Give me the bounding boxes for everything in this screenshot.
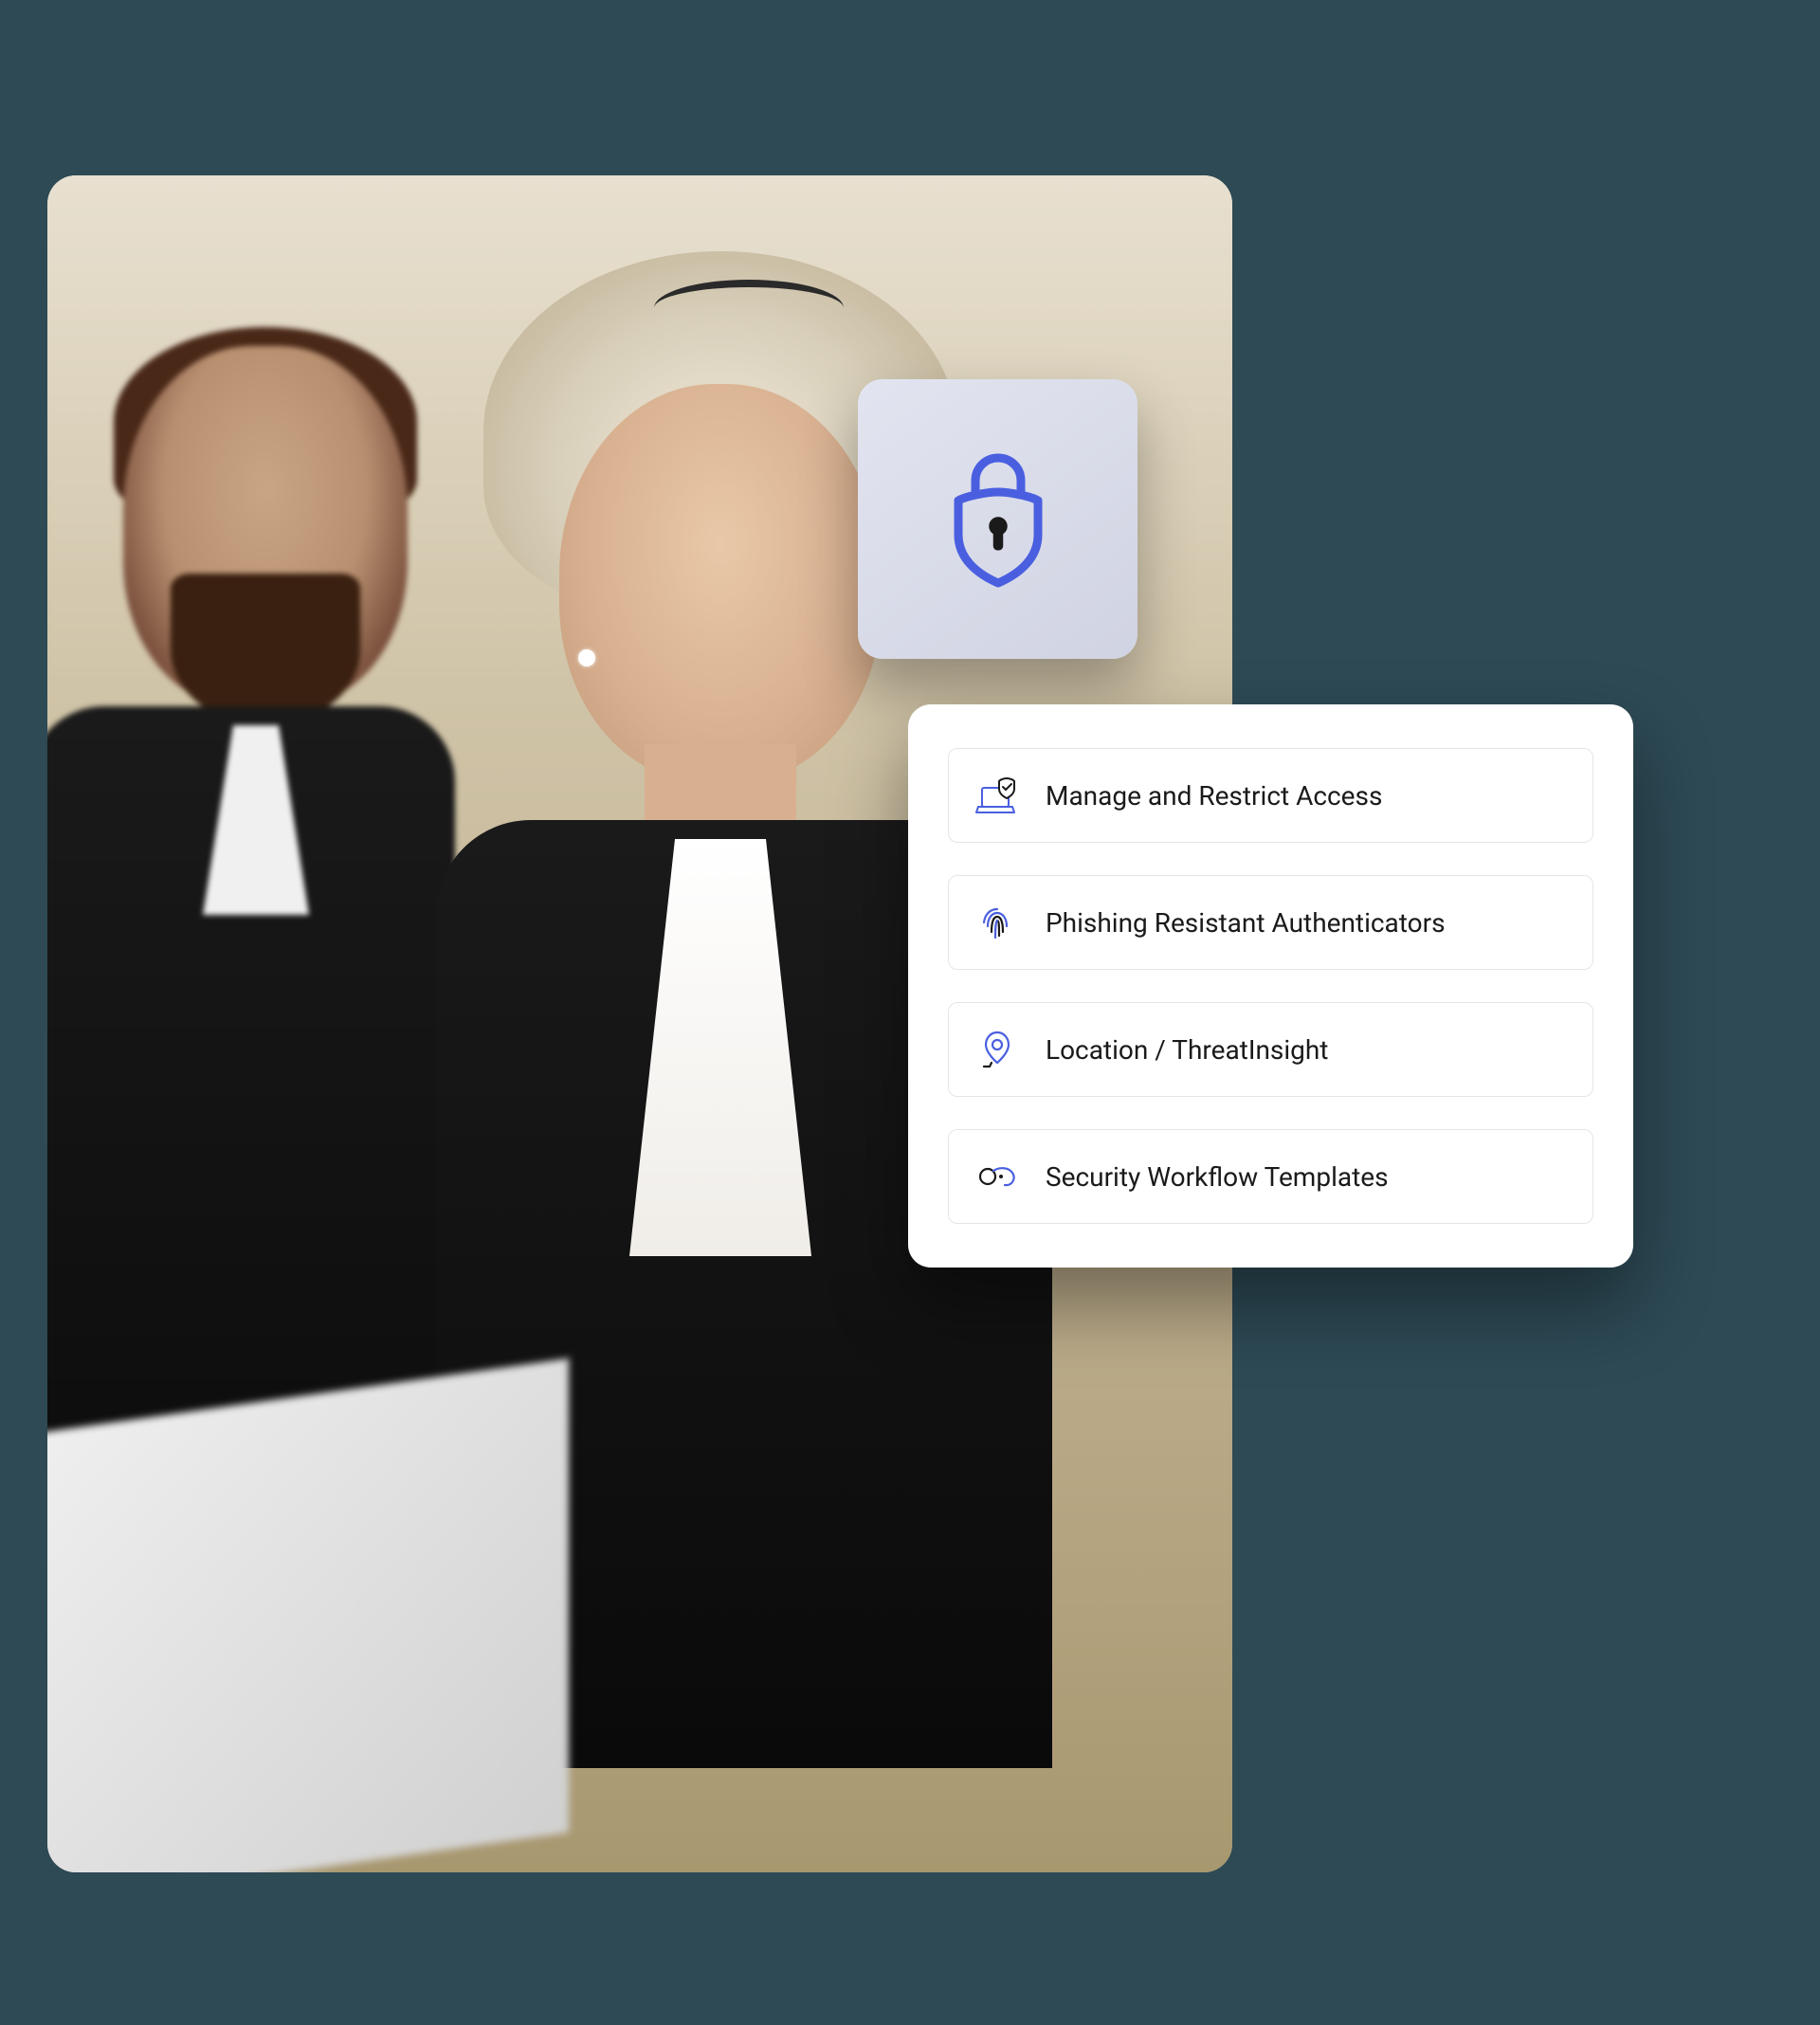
feature-label: Phishing Resistant Authenticators xyxy=(1046,907,1446,939)
feature-manage-access[interactable]: Manage and Restrict Access xyxy=(948,748,1593,843)
location-pin-icon xyxy=(974,1026,1021,1073)
feature-phishing-resistant[interactable]: Phishing Resistant Authenticators xyxy=(948,875,1593,970)
feature-label: Location / ThreatInsight xyxy=(1046,1034,1328,1066)
feature-label: Manage and Restrict Access xyxy=(1046,780,1382,812)
feature-panel: Manage and Restrict Access Phishing Resi… xyxy=(908,704,1633,1268)
laptop-prop xyxy=(47,1359,569,1872)
laptop-shield-icon xyxy=(974,772,1021,819)
fingerprint-icon xyxy=(974,899,1021,946)
hero-composition: Manage and Restrict Access Phishing Resi… xyxy=(47,175,1773,1977)
workflow-link-icon xyxy=(974,1153,1021,1200)
lock-badge-card xyxy=(858,379,1138,659)
feature-label: Security Workflow Templates xyxy=(1046,1161,1389,1193)
feature-location-threat[interactable]: Location / ThreatInsight xyxy=(948,1002,1593,1097)
lock-shield-icon xyxy=(927,441,1069,598)
feature-workflow-templates[interactable]: Security Workflow Templates xyxy=(948,1129,1593,1224)
